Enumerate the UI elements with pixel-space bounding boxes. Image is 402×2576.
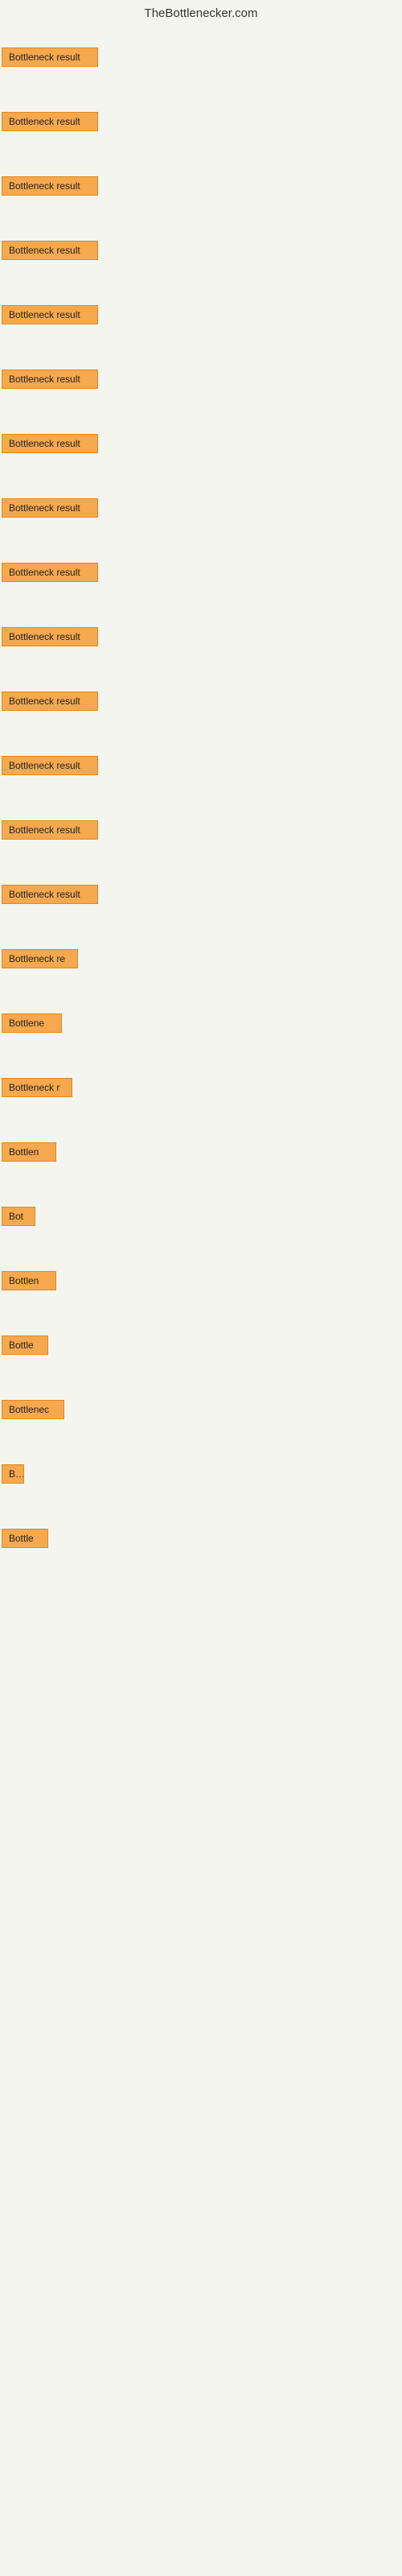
result-row: Bottlen — [2, 1271, 56, 1294]
badges-container: Bottleneck result Bottleneck result Bottle… — [0, 23, 402, 2438]
result-row: Bot — [2, 1207, 35, 1230]
bottleneck-badge[interactable]: Bo — [2, 1464, 24, 1484]
bottleneck-badge[interactable]: Bottleneck result — [2, 691, 98, 711]
result-row: Bottleneck result — [2, 47, 98, 71]
page-wrapper: TheBottlenecker.com Bottleneck resultBot… — [0, 0, 402, 2576]
result-row: Bottleneck result — [2, 691, 98, 715]
bottleneck-badge[interactable]: Bot — [2, 1207, 35, 1226]
result-row: Bottlene — [2, 1013, 62, 1037]
bottleneck-badge[interactable]: Bottleneck result — [2, 756, 98, 775]
bottleneck-badge[interactable]: Bottlenec — [2, 1400, 64, 1419]
result-row: Bottleneck result — [2, 176, 98, 200]
bottleneck-badge[interactable]: Bottleneck result — [2, 176, 98, 196]
result-row: Bottle — [2, 1529, 48, 1552]
result-row: Bottleneck result — [2, 241, 98, 264]
bottleneck-badge[interactable]: Bottleneck result — [2, 241, 98, 260]
result-row: Bottleneck result — [2, 820, 98, 844]
bottleneck-badge[interactable]: Bottleneck re — [2, 949, 78, 968]
bottleneck-badge[interactable]: Bottleneck result — [2, 885, 98, 904]
result-row: Bottleneck result — [2, 627, 98, 650]
bottleneck-badge[interactable]: Bottleneck result — [2, 112, 98, 131]
bottleneck-badge[interactable]: Bottlen — [2, 1142, 56, 1162]
site-header: TheBottlenecker.com — [0, 0, 402, 23]
result-row: Bo — [2, 1464, 24, 1488]
bottleneck-badge[interactable]: Bottleneck result — [2, 369, 98, 389]
result-row: Bottle — [2, 1335, 48, 1359]
result-row: Bottleneck r — [2, 1078, 72, 1101]
site-title: TheBottlenecker.com — [145, 6, 258, 20]
bottleneck-badge[interactable]: Bottleneck r — [2, 1078, 72, 1097]
bottleneck-badge[interactable]: Bottleneck result — [2, 47, 98, 67]
bottleneck-badge[interactable]: Bottle — [2, 1529, 48, 1548]
bottleneck-badge[interactable]: Bottleneck result — [2, 820, 98, 840]
bottleneck-badge[interactable]: Bottlene — [2, 1013, 62, 1033]
result-row: Bottleneck result — [2, 305, 98, 328]
result-row: Bottleneck result — [2, 498, 98, 522]
bottleneck-badge[interactable]: Bottleneck result — [2, 563, 98, 582]
result-row: Bottleneck result — [2, 369, 98, 393]
result-row: Bottleneck result — [2, 434, 98, 457]
result-row: Bottleneck re — [2, 949, 78, 972]
result-row: Bottlenec — [2, 1400, 64, 1423]
result-row: Bottleneck result — [2, 112, 98, 135]
result-row: Bottleneck result — [2, 756, 98, 779]
result-row: Bottleneck result — [2, 563, 98, 586]
bottleneck-badge[interactable]: Bottle — [2, 1335, 48, 1355]
bottleneck-badge[interactable]: Bottleneck result — [2, 305, 98, 324]
bottleneck-badge[interactable]: Bottleneck result — [2, 498, 98, 518]
bottleneck-badge[interactable]: Bottleneck result — [2, 434, 98, 453]
result-row: Bottlen — [2, 1142, 56, 1166]
bottleneck-badge[interactable]: Bottlen — [2, 1271, 56, 1290]
bottleneck-badge[interactable]: Bottleneck result — [2, 627, 98, 646]
result-row: Bottleneck result — [2, 885, 98, 908]
